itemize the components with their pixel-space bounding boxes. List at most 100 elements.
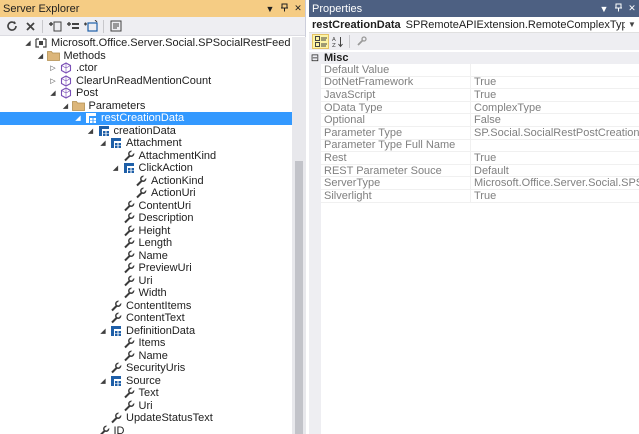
scrollbar-thumb[interactable] <box>295 161 303 434</box>
property-value[interactable]: Default <box>470 164 639 178</box>
tree-item[interactable]: Height <box>0 224 292 238</box>
tree-item[interactable]: ◢ restCreationData <box>0 112 292 125</box>
tree-item[interactable]: ▷ ClearUnReadMentionCount <box>0 75 292 88</box>
tree-item[interactable]: ◢ Methods <box>0 50 292 63</box>
tree-item[interactable]: Uri <box>0 399 292 413</box>
property-row[interactable]: Silverlight True <box>309 190 639 203</box>
property-row[interactable]: Default Value <box>309 64 639 77</box>
tree-item[interactable]: Name <box>0 349 292 363</box>
pin-icon[interactable] <box>277 3 291 14</box>
tree-item[interactable]: SecurityUris <box>0 362 292 375</box>
property-value[interactable]: Microsoft.Office.Server.Social.SPSocialR <box>470 177 639 190</box>
tree-item[interactable]: UpdateStatusText <box>0 412 292 425</box>
collapse-box-icon[interactable]: ⊟ <box>309 53 321 64</box>
property-pages-icon[interactable] <box>353 34 370 49</box>
show-properties-icon[interactable] <box>107 18 125 34</box>
tree-item[interactable]: Uri <box>0 274 292 288</box>
server-explorer-toolbar <box>0 17 305 36</box>
property-wrench-icon <box>121 149 137 162</box>
tree-item[interactable]: ID <box>0 424 292 434</box>
tree-item[interactable]: Items <box>0 337 292 350</box>
expanded-arrow-icon[interactable]: ◢ <box>98 376 108 386</box>
tree-item-label: UpdateStatusText <box>126 412 213 425</box>
collapsed-arrow-icon[interactable]: ▷ <box>48 63 58 73</box>
object-selector[interactable]: restCreationData SPRemoteAPIExtension.Re… <box>309 17 639 33</box>
collapsed-arrow-icon[interactable]: ▷ <box>48 76 58 86</box>
property-value[interactable]: ComplexType <box>470 101 639 115</box>
property-name: REST Parameter Souce <box>321 165 470 178</box>
tree-item[interactable]: Length <box>0 237 292 250</box>
tree-item[interactable]: Text <box>0 387 292 400</box>
property-value[interactable]: True <box>470 190 639 203</box>
tree-item[interactable]: AttachmentKind <box>0 149 292 163</box>
stop-refresh-icon[interactable] <box>21 18 39 34</box>
complex-type-icon <box>121 162 137 174</box>
pin-icon[interactable] <box>611 3 625 14</box>
tree-item[interactable]: ContentItems <box>0 299 292 313</box>
expanded-arrow-icon[interactable]: ◢ <box>48 88 58 98</box>
property-row[interactable]: Parameter Type SP.Social.SocialRestPostCr… <box>309 127 639 140</box>
tree-item-label: restCreationData <box>101 112 185 125</box>
property-value[interactable]: True <box>470 89 639 102</box>
property-wrench-icon <box>121 262 137 274</box>
property-row[interactable]: JavaScript True <box>309 89 639 102</box>
chevron-down-icon[interactable]: ▼ <box>625 20 639 29</box>
tree-item[interactable]: ◢ Post <box>0 87 292 100</box>
tree-item[interactable]: ActionKind <box>0 174 292 188</box>
property-value[interactable] <box>470 64 639 77</box>
expanded-arrow-icon[interactable]: ◢ <box>98 326 108 336</box>
tree-item[interactable]: ◢ Microsoft.Office.Server.Social.SPSocial… <box>0 37 292 50</box>
tree-item[interactable]: ContentUri <box>0 199 292 213</box>
expanded-arrow-icon[interactable]: ◢ <box>73 113 83 123</box>
property-value[interactable]: False <box>470 114 639 127</box>
tree-item[interactable]: ActionUri <box>0 187 292 200</box>
tree-item[interactable]: PreviewUri <box>0 262 292 275</box>
tree-item[interactable]: Width <box>0 287 292 300</box>
expanded-arrow-icon[interactable]: ◢ <box>98 138 108 148</box>
tree-item[interactable]: ◢ Parameters <box>0 100 292 113</box>
close-icon[interactable]: ✕ <box>625 3 639 14</box>
tree-item[interactable]: ◢ ClickAction <box>0 162 292 175</box>
connect-to-sharepoint-icon[interactable] <box>82 18 100 34</box>
property-row[interactable]: OData Type ComplexType <box>309 101 639 115</box>
close-icon[interactable]: ✕ <box>291 3 305 14</box>
property-row[interactable]: Rest True <box>309 152 639 165</box>
method-icon <box>58 75 74 87</box>
vertical-scrollbar[interactable] <box>292 37 306 434</box>
property-value[interactable] <box>470 139 639 153</box>
tree-item[interactable]: ◢ Attachment <box>0 137 292 150</box>
property-row[interactable]: Optional False <box>309 114 639 127</box>
property-value[interactable]: True <box>470 76 639 90</box>
row-gutter <box>309 190 321 203</box>
category-misc[interactable]: ⊟ Misc <box>309 52 639 64</box>
expanded-arrow-icon[interactable]: ◢ <box>36 51 46 61</box>
expanded-arrow-icon[interactable]: ◢ <box>86 126 96 136</box>
property-value[interactable]: True <box>470 152 639 165</box>
category-label: Misc <box>324 52 349 64</box>
categorized-button[interactable] <box>312 34 329 49</box>
tree-item[interactable]: ContentText <box>0 312 292 325</box>
tree-item[interactable]: ◢ Source <box>0 375 292 388</box>
svg-text:Z: Z <box>332 43 336 48</box>
expanded-arrow-icon[interactable]: ◢ <box>23 38 33 48</box>
expanded-arrow-icon[interactable]: ◢ <box>61 101 71 111</box>
property-value[interactable]: SP.Social.SocialRestPostCreationData <box>470 127 639 140</box>
dropdown-arrow-icon[interactable]: ▼ <box>263 4 277 14</box>
expanded-arrow-icon[interactable]: ◢ <box>111 163 121 173</box>
property-row[interactable]: REST Parameter Souce Default <box>309 164 639 178</box>
connect-to-server-icon[interactable] <box>46 18 64 34</box>
property-row[interactable]: DotNetFramework True <box>309 76 639 90</box>
tree-item[interactable]: ▷ .ctor <box>0 62 292 75</box>
alphabetical-button[interactable]: AZ <box>329 34 346 49</box>
tree-item[interactable]: ◢ DefinitionData <box>0 325 292 338</box>
connect-to-database-icon[interactable] <box>64 18 82 34</box>
property-row[interactable]: Parameter Type Full Name <box>309 139 639 153</box>
dropdown-arrow-icon[interactable]: ▼ <box>597 4 611 14</box>
property-row[interactable]: ServerType Microsoft.Office.Server.Social… <box>309 177 639 190</box>
tree-item[interactable]: Description <box>0 212 292 225</box>
refresh-icon[interactable] <box>3 18 21 34</box>
tree-item[interactable]: ◢ creationData <box>0 125 292 138</box>
tree-item[interactable]: Name <box>0 249 292 263</box>
